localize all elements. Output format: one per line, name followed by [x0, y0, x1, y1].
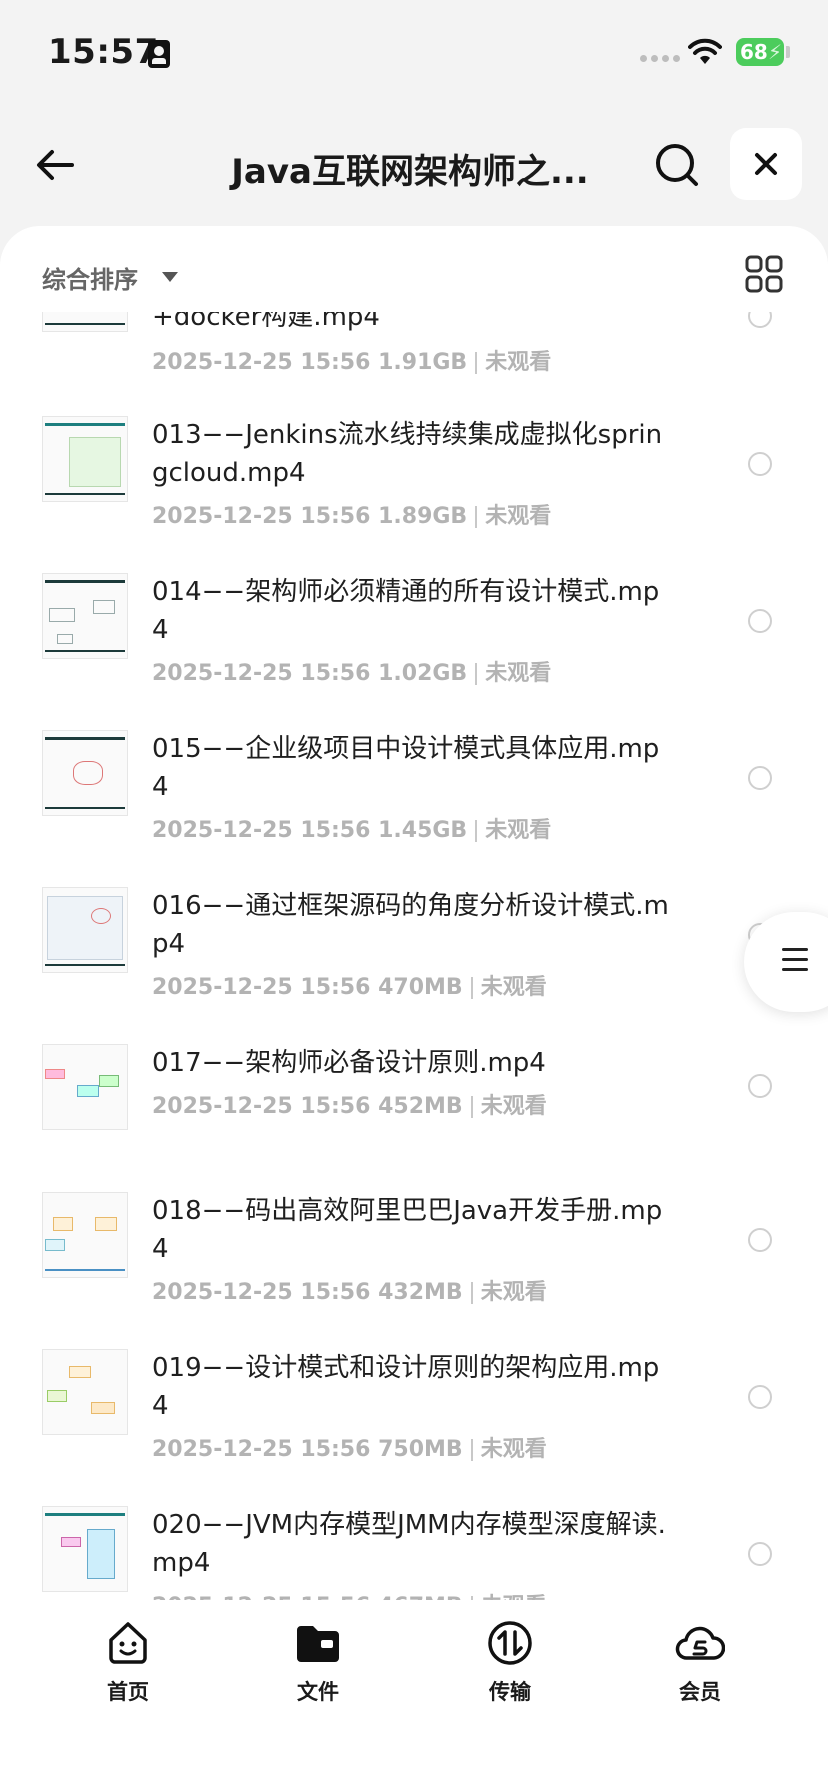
file-name: 019−−设计模式和设计原则的架构应用.mp4 [152, 1353, 660, 1421]
file-name: 013−−Jenkins流水线持续集成虚拟化springcloud.mp4 [152, 420, 663, 488]
file-name: 014−−架构师必须精通的所有设计模式.mp4 [152, 577, 660, 645]
video-thumbnail [42, 887, 128, 973]
file-size: 1.91GB [378, 350, 468, 375]
file-row[interactable]: 017−−架构师必备设计原则.mp4 2025-12-25 15:56 452M… [0, 1044, 828, 1164]
file-size: 1.89GB [378, 504, 468, 529]
close-icon [755, 153, 777, 175]
charging-bolt-icon: ⚡ [767, 40, 782, 64]
file-row[interactable]: 020−−JVM内存模型JMM内存模型深度解读.mp4 2025-12-25 1… [0, 1506, 828, 1606]
file-date: 2025-12-25 15:56 [152, 1437, 371, 1462]
watch-status: 未观看 [480, 1094, 547, 1119]
video-thumbnail [42, 1192, 128, 1278]
folder-icon [297, 1626, 339, 1662]
file-row[interactable]: 018−−码出高效阿里巴巴Java开发手册.mp4 2025-12-25 15:… [0, 1192, 828, 1342]
transfer-icon [488, 1621, 532, 1665]
header: Java互联网架构师之... [0, 120, 828, 210]
status-time: 15:57 [48, 32, 159, 72]
sort-dropdown[interactable]: 综合排序 [42, 260, 138, 295]
search-icon[interactable] [650, 138, 704, 192]
watch-status: 未观看 [485, 661, 552, 686]
file-size: 750MB [378, 1437, 463, 1462]
back-arrow-icon[interactable] [30, 138, 84, 192]
watch-status: 未观看 [485, 504, 552, 529]
nav-item-home[interactable]: 首页 [68, 1618, 188, 1706]
watch-status: 未观看 [485, 818, 552, 843]
watch-status: 未观看 [480, 975, 547, 1000]
grid-view-icon[interactable] [744, 254, 784, 294]
file-size: 1.02GB [378, 661, 468, 686]
caret-down-icon[interactable] [162, 272, 178, 282]
file-date: 2025-12-25 15:56 [152, 1280, 371, 1305]
nav-item-vip[interactable]: 会员 [640, 1618, 760, 1706]
file-meta: 2025-12-25 15:56 1.45GB 未观看 [152, 812, 551, 844]
nav-item-transfer[interactable]: 传输 [450, 1618, 570, 1706]
file-row[interactable]: 015−−企业级项目中设计模式具体应用.mp4 2025-12-25 15:56… [0, 730, 828, 880]
file-meta: 2025-12-25 15:56 452MB 未观看 [152, 1088, 547, 1120]
file-name: 020−−JVM内存模型JMM内存模型深度解读.mp4 [152, 1510, 666, 1578]
file-date: 2025-12-25 15:56 [152, 975, 371, 1000]
select-radio[interactable] [748, 1228, 772, 1252]
file-date: 2025-12-25 15:56 [152, 350, 371, 375]
file-meta: 2025-12-25 15:56 1.89GB 未观看 [152, 498, 551, 530]
file-list: +docker构建.mp4 2025-12-25 15:56 1.91GB 未观看… [0, 226, 828, 1606]
file-list-sheet: 综合排序 +docker构建.mp4 2025-12-25 15:56 1.91… [0, 226, 828, 1792]
nav-label: 首页 [107, 1680, 149, 1704]
select-radio[interactable] [748, 452, 772, 476]
file-size: 452MB [378, 1094, 463, 1119]
file-row[interactable]: 013−−Jenkins流水线持续集成虚拟化springcloud.mp4 20… [0, 416, 828, 566]
nav-label: 会员 [679, 1680, 721, 1704]
file-name: 016−−通过框架源码的角度分析设计模式.mp4 [152, 891, 669, 959]
select-radio[interactable] [748, 1385, 772, 1409]
file-meta: 2025-12-25 15:56 432MB 未观看 [152, 1274, 547, 1306]
file-meta: 2025-12-25 15:56 1.02GB 未观看 [152, 655, 551, 687]
file-name: 018−−码出高效阿里巴巴Java开发手册.mp4 [152, 1196, 663, 1264]
battery-level: 68 [740, 40, 768, 64]
watch-status: 未观看 [480, 1437, 547, 1462]
battery-icon: 68 ⚡ [736, 38, 784, 66]
nav-label: 文件 [297, 1680, 339, 1704]
bottom-nav: 首页 文件 传输 会员 [0, 1600, 828, 1792]
file-date: 2025-12-25 15:56 [152, 504, 371, 529]
video-thumbnail [42, 1044, 128, 1130]
video-thumbnail [42, 1506, 128, 1592]
video-thumbnail [42, 416, 128, 502]
file-row[interactable]: 019−−设计模式和设计原则的架构应用.mp4 2025-12-25 15:56… [0, 1349, 828, 1499]
file-name: 017−−架构师必备设计原则.mp4 [152, 1048, 546, 1078]
file-size: 470MB [378, 975, 463, 1000]
file-meta: 2025-12-25 15:56 470MB 未观看 [152, 969, 547, 1001]
nav-item-files[interactable]: 文件 [258, 1618, 378, 1706]
file-date: 2025-12-25 15:56 [152, 661, 371, 686]
signal-icon [640, 55, 680, 62]
wifi-icon [688, 38, 722, 64]
home-face-icon [109, 1622, 147, 1664]
video-thumbnail [42, 573, 128, 659]
select-radio[interactable] [748, 1542, 772, 1566]
file-row[interactable]: 016−−通过框架源码的角度分析设计模式.mp4 2025-12-25 15:5… [0, 887, 828, 1037]
status-bar: 15:57 68 ⚡ [0, 0, 828, 110]
file-name: 015−−企业级项目中设计模式具体应用.mp4 [152, 734, 660, 802]
select-radio[interactable] [748, 609, 772, 633]
video-thumbnail [42, 1349, 128, 1435]
sim-card-icon [148, 40, 170, 68]
file-date: 2025-12-25 15:56 [152, 818, 371, 843]
file-size: 1.45GB [378, 818, 468, 843]
file-meta: 2025-12-25 15:56 750MB 未观看 [152, 1431, 547, 1463]
nav-label: 传输 [489, 1680, 531, 1704]
select-radio[interactable] [748, 1074, 772, 1098]
menu-lines-icon [782, 948, 808, 978]
file-date: 2025-12-25 15:56 [152, 1094, 371, 1119]
sort-bar: 综合排序 [0, 226, 828, 312]
watch-status: 未观看 [485, 350, 552, 375]
file-meta: 2025-12-25 15:56 1.91GB 未观看 [152, 344, 551, 376]
vip-cloud-icon [675, 1626, 725, 1660]
file-row[interactable]: 014−−架构师必须精通的所有设计模式.mp4 2025-12-25 15:56… [0, 573, 828, 723]
select-radio[interactable] [748, 766, 772, 790]
watch-status: 未观看 [480, 1280, 547, 1305]
battery-tip [786, 46, 790, 58]
file-size: 432MB [378, 1280, 463, 1305]
video-thumbnail [42, 730, 128, 816]
close-button[interactable] [730, 128, 802, 200]
page-title: Java互联网架构师之... [231, 152, 589, 192]
